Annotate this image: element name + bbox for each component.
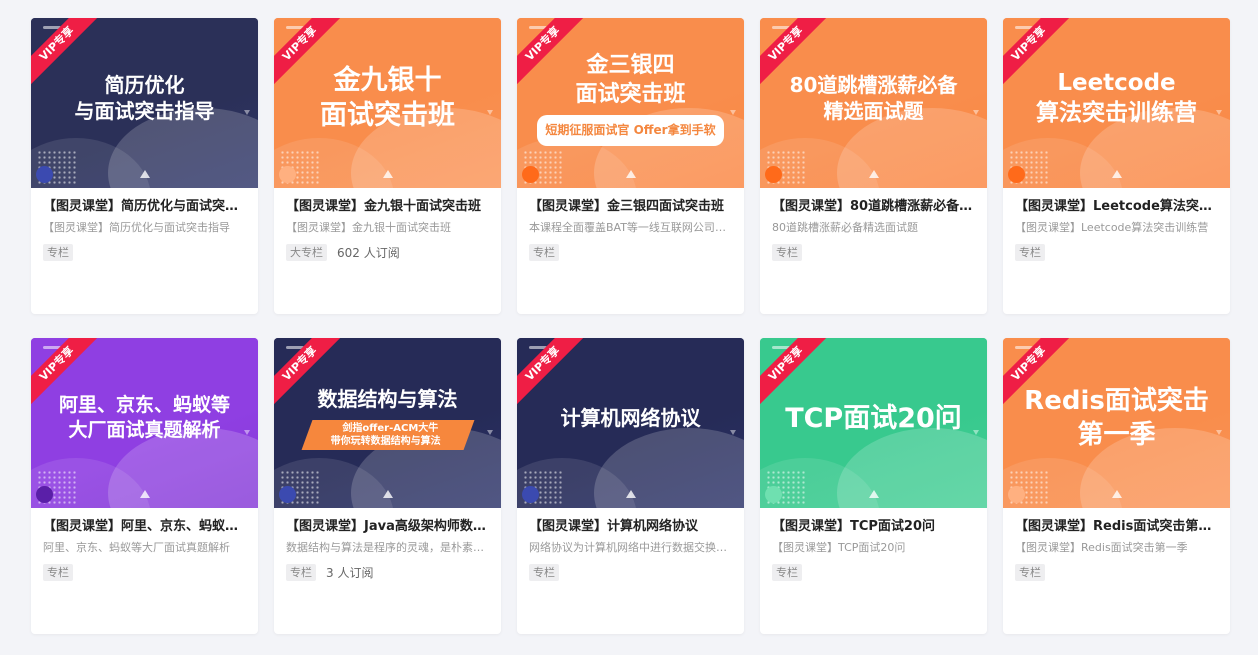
course-info: 【图灵课堂】金九银十面试突击班 【图灵课堂】金九银十面试突击班 大专栏 602 … [274,188,501,261]
cover-title-line: 金三银四 [586,52,675,78]
course-card[interactable]: 数据结构与算法 剑指offer-ACM大牛 带你玩转数据结构与算法 VIP专享 【图灵… [274,338,501,634]
course-description: 数据结构与算法是程序的灵魂，是朴素的编程技能 [286,541,489,554]
course-card[interactable]: 金三银四 面试突击班 短期征服面试官 Offer拿到手软 VIP专享 【图灵课堂】金三… [517,18,744,314]
course-info: 【图灵课堂】Leetcode算法突击训练营 【图灵课堂】Leetcode算法突击… [1003,188,1230,261]
cover-subtitle-badge: 短期征服面试官 Offer拿到手软 [537,114,724,146]
course-description: 阿里、京东、蚂蚁等大厂面试真题解析 [43,541,230,554]
course-title[interactable]: 【图灵课堂】Redis面试突击第一季 [1015,518,1218,536]
course-title[interactable]: 【图灵课堂】阿里、京东、蚂蚁等大厂面试真题解析 [43,518,246,536]
course-card[interactable]: 阿里、京东、蚂蚁等大厂面试真题解析VIP专享 【图灵课堂】阿里、京东、蚂蚁等大厂… [31,338,258,634]
course-description: 80道跳槽涨薪必备精选面试题 [772,221,918,234]
course-description: 【图灵课堂】金九银十面试突击班 [286,221,451,234]
cover-stripe-line: 剑指offer-ACM大牛 [341,423,438,434]
course-info: 【图灵课堂】计算机网络协议 网络协议为计算机网络中进行数据交换而建立的规则 专栏 [517,508,744,581]
course-cover[interactable]: 简历优化 与面试突击指导 VIP专享 [31,18,258,188]
course-description: 【图灵课堂】TCP面试20问 [772,541,906,554]
course-title[interactable]: 【图灵课堂】80道跳槽涨薪必备精选面试题 [772,198,975,216]
course-type-tag: 大专栏 [286,244,327,261]
course-card[interactable]: 计算机网络协议 VIP专享 【图灵课堂】计算机网络协议 网络协议为计算机网络中进行… [517,338,744,634]
cover-stripe: 剑指offer-ACM大牛带你玩转数据结构与算法 [301,420,474,450]
course-meta: 专栏 3 人订阅 [286,564,489,581]
course-title[interactable]: 【图灵课堂】Java高级架构师数据结构与算法 [286,518,489,536]
course-description: 网络协议为计算机网络中进行数据交换而建立的规则 [529,541,732,554]
course-title[interactable]: 【图灵课堂】TCP面试20问 [772,518,975,536]
cover-title-line: Redis面试突击 [1024,386,1209,416]
course-description: 【图灵课堂】Redis面试突击第一季 [1015,541,1188,554]
cover-title-line: 阿里、京东、蚂蚁等 [58,394,230,416]
cover-stripe-line: 带你玩转数据结构与算法 [330,436,441,447]
course-type-tag: 专栏 [1015,244,1045,261]
course-info: 【图灵课堂】阿里、京东、蚂蚁等大厂面试真题解析 阿里、京东、蚂蚁等大厂面试真题解… [31,508,258,581]
course-type-tag: 专栏 [772,244,802,261]
course-meta: 专栏 [529,564,732,581]
course-description: 【图灵课堂】Leetcode算法突击训练营 [1015,221,1209,234]
course-cover[interactable]: 阿里、京东、蚂蚁等 大厂面试真题解析 VIP专享 [31,338,258,508]
course-cover[interactable]: 金三银四 面试突击班 短期征服面试官 Offer拿到手软 VIP专享 [517,18,744,188]
course-info: 【图灵课堂】Java高级架构师数据结构与算法 数据结构与算法是程序的灵魂，是朴素… [274,508,501,581]
course-title[interactable]: 【图灵课堂】金三银四面试突击班 [529,198,732,216]
course-type-tag: 专栏 [772,564,802,581]
course-meta: 专栏 [43,244,246,261]
course-info: 【图灵课堂】TCP面试20问 【图灵课堂】TCP面试20问 专栏 [760,508,987,581]
course-card[interactable]: 80道跳槽涨薪必备精选面试题VIP专享 【图灵课堂】80道跳槽涨薪必备精选面试题… [760,18,987,314]
cover-title-line: Leetcode [1057,70,1176,96]
course-meta: 大专栏 602 人订阅 [286,244,489,261]
course-card[interactable]: TCP面试20问 VIP专享 【图灵课堂】TCP面试20问 【图灵课堂】TCP面试… [760,338,987,634]
subscriber-count: 602 人订阅 [337,246,400,260]
course-cover[interactable]: Redis面试突击 第一季 VIP专享 [1003,338,1230,508]
course-card[interactable]: 金九银十 面试突击班 VIP专享 【图灵课堂】金九银十面试突击班 【图灵课堂】金九银… [274,18,501,314]
course-title[interactable]: 【图灵课堂】计算机网络协议 [529,518,732,536]
course-meta: 专栏 [772,244,975,261]
course-cover[interactable]: Leetcode 算法突击训练营 VIP专享 [1003,18,1230,188]
subscriber-count: 3 人订阅 [326,566,374,580]
cover-title-line: 面试突击班 [575,81,686,107]
cover-title-line: 80道跳槽涨薪必备 [789,73,958,97]
cover-title-line: 算法突击训练营 [1036,100,1197,126]
course-type-tag: 专栏 [1015,564,1045,581]
cover-title-line: 数据结构与算法 [317,387,458,411]
course-type-tag: 专栏 [43,244,73,261]
course-type-tag: 专栏 [43,564,73,581]
cover-title-line: 计算机网络协议 [560,406,701,430]
cover-title-line: 与面试突击指导 [74,99,215,123]
cover-title-line: TCP面试20问 [785,402,962,434]
course-card[interactable]: Leetcode算法突击训练营VIP专享 【图灵课堂】Leetcode算法突击训… [1003,18,1230,314]
course-meta: 专栏 [1015,564,1218,581]
course-info: 【图灵课堂】Redis面试突击第一季 【图灵课堂】Redis面试突击第一季 专栏 [1003,508,1230,581]
course-card[interactable]: 简历优化 与面试突击指导 VIP专享 【图灵课堂】简历优化与面试突击指导 【图灵课堂… [31,18,258,314]
course-cover[interactable]: 计算机网络协议 VIP专享 [517,338,744,508]
course-type-tag: 专栏 [529,564,559,581]
course-info: 【图灵课堂】金三银四面试突击班 本课程全面覆盖BAT等一线互联网公司面试题 专栏 [517,188,744,261]
course-title[interactable]: 【图灵课堂】金九银十面试突击班 [286,198,489,216]
course-cover[interactable]: 数据结构与算法 剑指offer-ACM大牛 带你玩转数据结构与算法 VIP专享 [274,338,501,508]
course-title[interactable]: 【图灵课堂】简历优化与面试突击指导 [43,198,246,216]
cover-title-line: 精选面试题 [823,99,924,123]
course-card[interactable]: Redis面试突击 第一季 VIP专享 【图灵课堂】Redis面试突击第一季 【图灵… [1003,338,1230,634]
course-meta: 专栏 [43,564,246,581]
cover-title-line: 简历优化 [104,73,185,97]
course-description: 本课程全面覆盖BAT等一线互联网公司面试题 [529,221,732,234]
course-description: 【图灵课堂】简历优化与面试突击指导 [43,221,230,234]
cover-title-line: 面试突击班 [320,100,455,131]
course-type-tag: 专栏 [286,564,316,581]
cover-title-line: 第一季 [1077,420,1156,450]
course-type-tag: 专栏 [529,244,559,261]
course-info: 【图灵课堂】简历优化与面试突击指导 【图灵课堂】简历优化与面试突击指导 专栏 [31,188,258,261]
course-cover[interactable]: 金九银十 面试突击班 VIP专享 [274,18,501,188]
course-info: 【图灵课堂】80道跳槽涨薪必备精选面试题 80道跳槽涨薪必备精选面试题 专栏 [760,188,987,261]
course-cover[interactable]: TCP面试20问 VIP专享 [760,338,987,508]
course-cover[interactable]: 80道跳槽涨薪必备 精选面试题 VIP专享 [760,18,987,188]
cover-title-line: 大厂面试真题解析 [68,419,221,441]
course-title[interactable]: 【图灵课堂】Leetcode算法突击训练营 [1015,198,1218,216]
course-meta: 专栏 [529,244,732,261]
course-meta: 专栏 [772,564,975,581]
course-meta: 专栏 [1015,244,1218,261]
cover-title-line: 金九银十 [333,65,442,96]
